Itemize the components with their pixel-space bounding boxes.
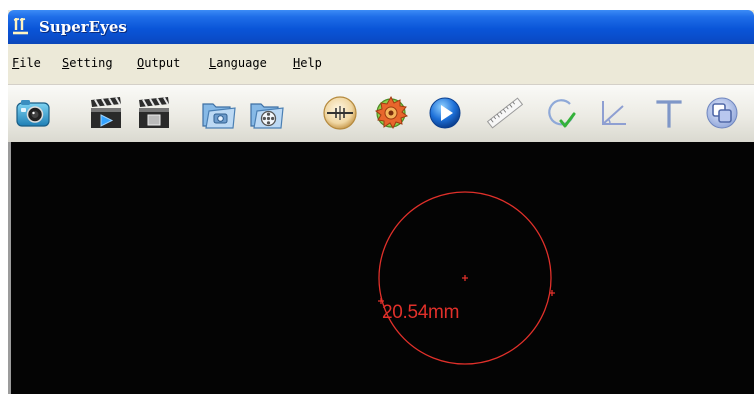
record-video-icon[interactable] — [87, 94, 125, 132]
measurement-overlay — [378, 191, 555, 365]
circle-measure-icon[interactable] — [542, 94, 580, 132]
diameter-label: 20.54mm — [382, 302, 460, 323]
menu-bar: File Setting Output Language Help — [8, 44, 754, 86]
angle-measure-icon[interactable] — [593, 94, 631, 132]
title-bar[interactable]: SuperEyes — [8, 10, 754, 44]
open-video-folder-icon[interactable] — [248, 94, 286, 132]
settings-gear-icon[interactable] — [372, 94, 410, 132]
app-window: SuperEyes File Setting Output Language H… — [8, 10, 754, 394]
menu-help[interactable]: Help — [293, 56, 322, 70]
window-title: SuperEyes — [39, 18, 127, 36]
open-photo-folder-icon[interactable] — [200, 94, 238, 132]
layers-icon[interactable] — [703, 94, 741, 132]
ruler-line-icon[interactable] — [486, 94, 524, 132]
menu-setting[interactable]: Setting — [62, 56, 113, 70]
crosshair-icon[interactable] — [321, 94, 359, 132]
camera-snapshot-icon[interactable] — [14, 94, 52, 132]
camera-viewport[interactable]: 20.54mm — [11, 142, 754, 394]
play-icon[interactable] — [426, 94, 464, 132]
text-tool-icon[interactable] — [650, 94, 688, 132]
menu-output[interactable]: Output — [137, 56, 180, 70]
app-logo-icon — [13, 18, 28, 35]
toolbar — [8, 85, 754, 142]
menu-file[interactable]: File — [12, 56, 41, 70]
center-cross-icon — [462, 275, 468, 281]
menu-language[interactable]: Language — [209, 56, 267, 70]
stop-video-icon[interactable] — [135, 94, 173, 132]
